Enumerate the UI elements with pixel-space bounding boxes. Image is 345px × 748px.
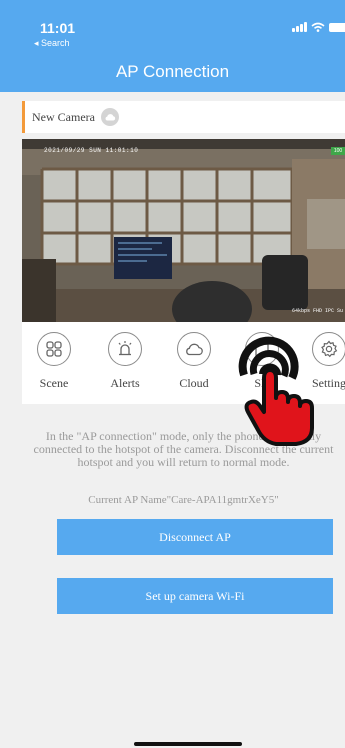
camera-scene-image xyxy=(22,139,345,322)
video-bitrate: 64kbps FHD IPC Su xyxy=(291,308,343,314)
cloud-icon xyxy=(177,332,211,366)
scene-grid-icon xyxy=(37,332,71,366)
cloud-label: Cloud xyxy=(179,376,209,390)
alarm-siren-icon xyxy=(108,332,142,366)
alerts-button[interactable]: Alerts xyxy=(95,332,155,391)
video-signal-badge: 100 xyxy=(331,147,345,155)
home-indicator xyxy=(134,742,242,746)
scene-button[interactable]: Scene xyxy=(24,332,84,391)
cloud-button[interactable]: Cloud xyxy=(164,332,224,391)
app-header: 11:01 ◂ Search AP Connection xyxy=(0,0,345,92)
alerts-label: Alerts xyxy=(110,376,140,390)
device-accent-bar xyxy=(22,101,25,133)
signal-icon xyxy=(292,22,307,32)
setup-camera-wifi-button[interactable]: Set up camera Wi-Fi xyxy=(57,578,333,614)
back-to-search-link[interactable]: ◂ Search xyxy=(34,38,70,49)
battery-icon xyxy=(329,22,345,32)
live-video-view[interactable]: 2021/09/29 SUN 11:01:10 100 64kbps FHD I… xyxy=(22,139,345,322)
status-time: 11:01 xyxy=(40,20,76,36)
status-icons xyxy=(292,22,345,32)
scene-label: Scene xyxy=(39,376,69,390)
current-ap-name: Current AP Name"Care-APA11gmtrXeY5" xyxy=(88,494,279,506)
device-row[interactable]: New Camera xyxy=(22,101,345,133)
video-timestamp: 2021/09/29 SUN 11:01:10 xyxy=(44,147,139,154)
device-name: New Camera xyxy=(32,109,95,124)
disconnect-ap-button[interactable]: Disconnect AP xyxy=(57,519,333,555)
wifi-icon xyxy=(311,22,325,32)
cloud-status-icon xyxy=(100,108,119,126)
page-title: AP Connection xyxy=(115,62,230,81)
tap-hand-icon xyxy=(238,336,314,446)
